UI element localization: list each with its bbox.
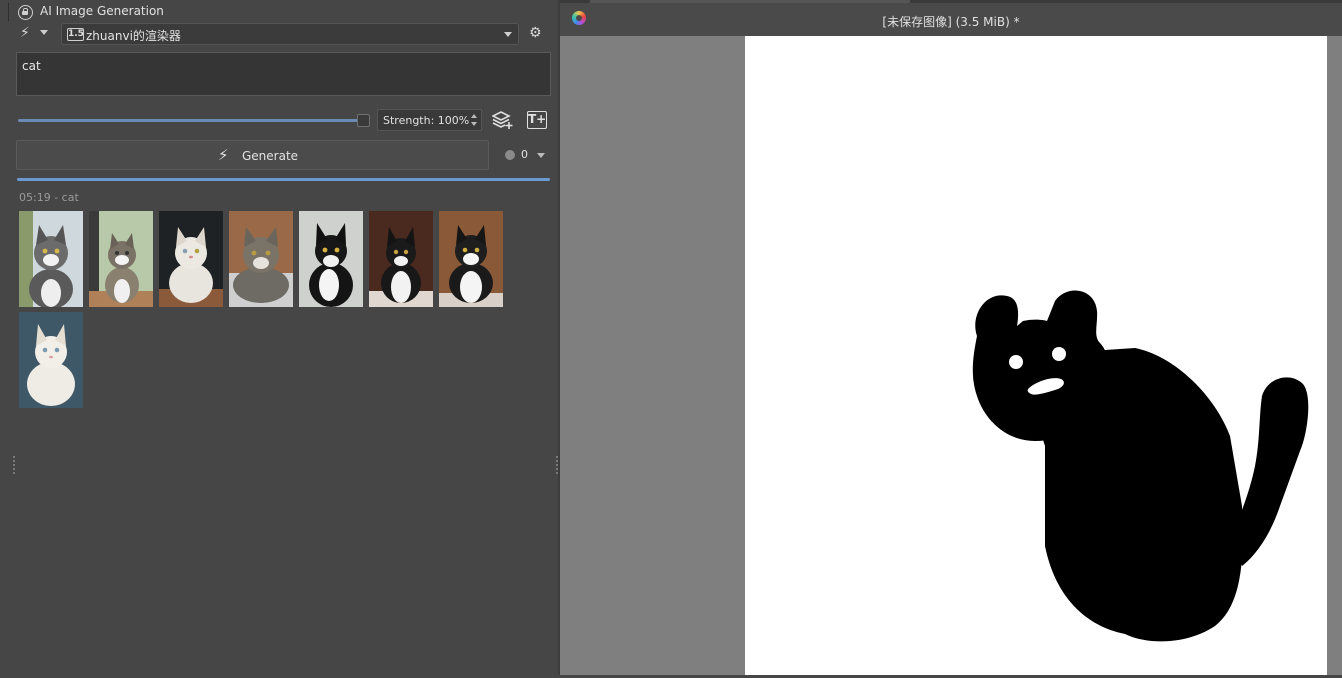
settings-gear-icon[interactable]: ⚙	[529, 25, 542, 41]
queue-button[interactable]: 0	[505, 148, 549, 162]
cat-image-icon	[89, 211, 153, 307]
canvas-right-gutter	[1327, 36, 1342, 675]
workspace-mode-button[interactable]: ⚡	[18, 25, 52, 43]
add-control-layer-button[interactable]	[491, 110, 514, 130]
cat-image-icon	[19, 312, 83, 408]
cat-image-icon	[299, 211, 363, 307]
spin-arrows[interactable]	[470, 112, 479, 128]
chevron-down-icon	[40, 30, 48, 35]
document-title-bar: [未保存图像] (3.5 MiB) *	[560, 3, 1342, 36]
spin-up-icon[interactable]	[471, 114, 477, 118]
cat-image-icon	[19, 211, 83, 307]
magic-wand-icon: ⚡	[218, 146, 229, 164]
history-thumbnail[interactable]	[439, 211, 503, 307]
docker-header: AI Image Generation	[0, 3, 558, 21]
cat-image-icon	[159, 211, 223, 307]
generate-button[interactable]: ⚡ Generate	[16, 140, 489, 170]
generate-label: Generate	[242, 149, 299, 163]
prompt-input[interactable]: cat	[16, 52, 551, 96]
progress-bar	[17, 178, 550, 181]
chevron-down-icon	[504, 32, 512, 37]
history-thumbnail[interactable]	[19, 211, 83, 307]
history-thumbnail[interactable]	[159, 211, 223, 307]
add-region-text-button[interactable]: T+	[527, 111, 547, 129]
cat-image-icon	[439, 211, 503, 307]
document-title: [未保存图像] (3.5 MiB) *	[882, 15, 1020, 29]
model-select[interactable]: 1.5 zhuanvi的渲染器	[61, 23, 519, 45]
cat-image-icon	[229, 211, 293, 307]
spin-down-icon[interactable]	[471, 122, 477, 126]
chevron-down-icon	[537, 153, 545, 158]
model-name: zhuanvi的渲染器	[86, 29, 181, 43]
model-version-badge: 1.5	[67, 28, 84, 41]
history-header: 05:19 - cat	[19, 191, 79, 204]
docker-title: AI Image Generation	[40, 4, 164, 18]
magic-wand-icon: ⚡	[20, 25, 30, 41]
history-thumbnail[interactable]	[299, 211, 363, 307]
strength-slider-handle[interactable]	[357, 114, 370, 127]
history-thumbnail[interactable]	[89, 211, 153, 307]
queue-status-icon	[505, 150, 515, 160]
cat-image-icon	[369, 211, 433, 307]
strength-spinbox[interactable]: Strength: 100%	[377, 109, 482, 131]
lock-icon[interactable]	[18, 5, 33, 20]
ai-image-generation-docker: AI Image Generation ⚡ 1.5 zhuanvi的渲染器 ⚙ …	[0, 0, 558, 675]
text-plus-icon: T+	[528, 112, 547, 126]
prompt-text: cat	[22, 59, 41, 73]
layers-plus-icon	[491, 111, 513, 129]
history-thumbnail[interactable]	[19, 312, 83, 408]
strength-slider[interactable]	[18, 119, 363, 122]
history-thumbnail[interactable]	[369, 211, 433, 307]
strength-label: Strength: 100%	[383, 114, 470, 127]
history-thumbnail[interactable]	[229, 211, 293, 307]
queue-count: 0	[521, 148, 528, 161]
document-canvas[interactable]	[745, 36, 1327, 675]
cat-drawing	[972, 290, 1309, 642]
docker-resize-grip[interactable]	[13, 456, 17, 474]
